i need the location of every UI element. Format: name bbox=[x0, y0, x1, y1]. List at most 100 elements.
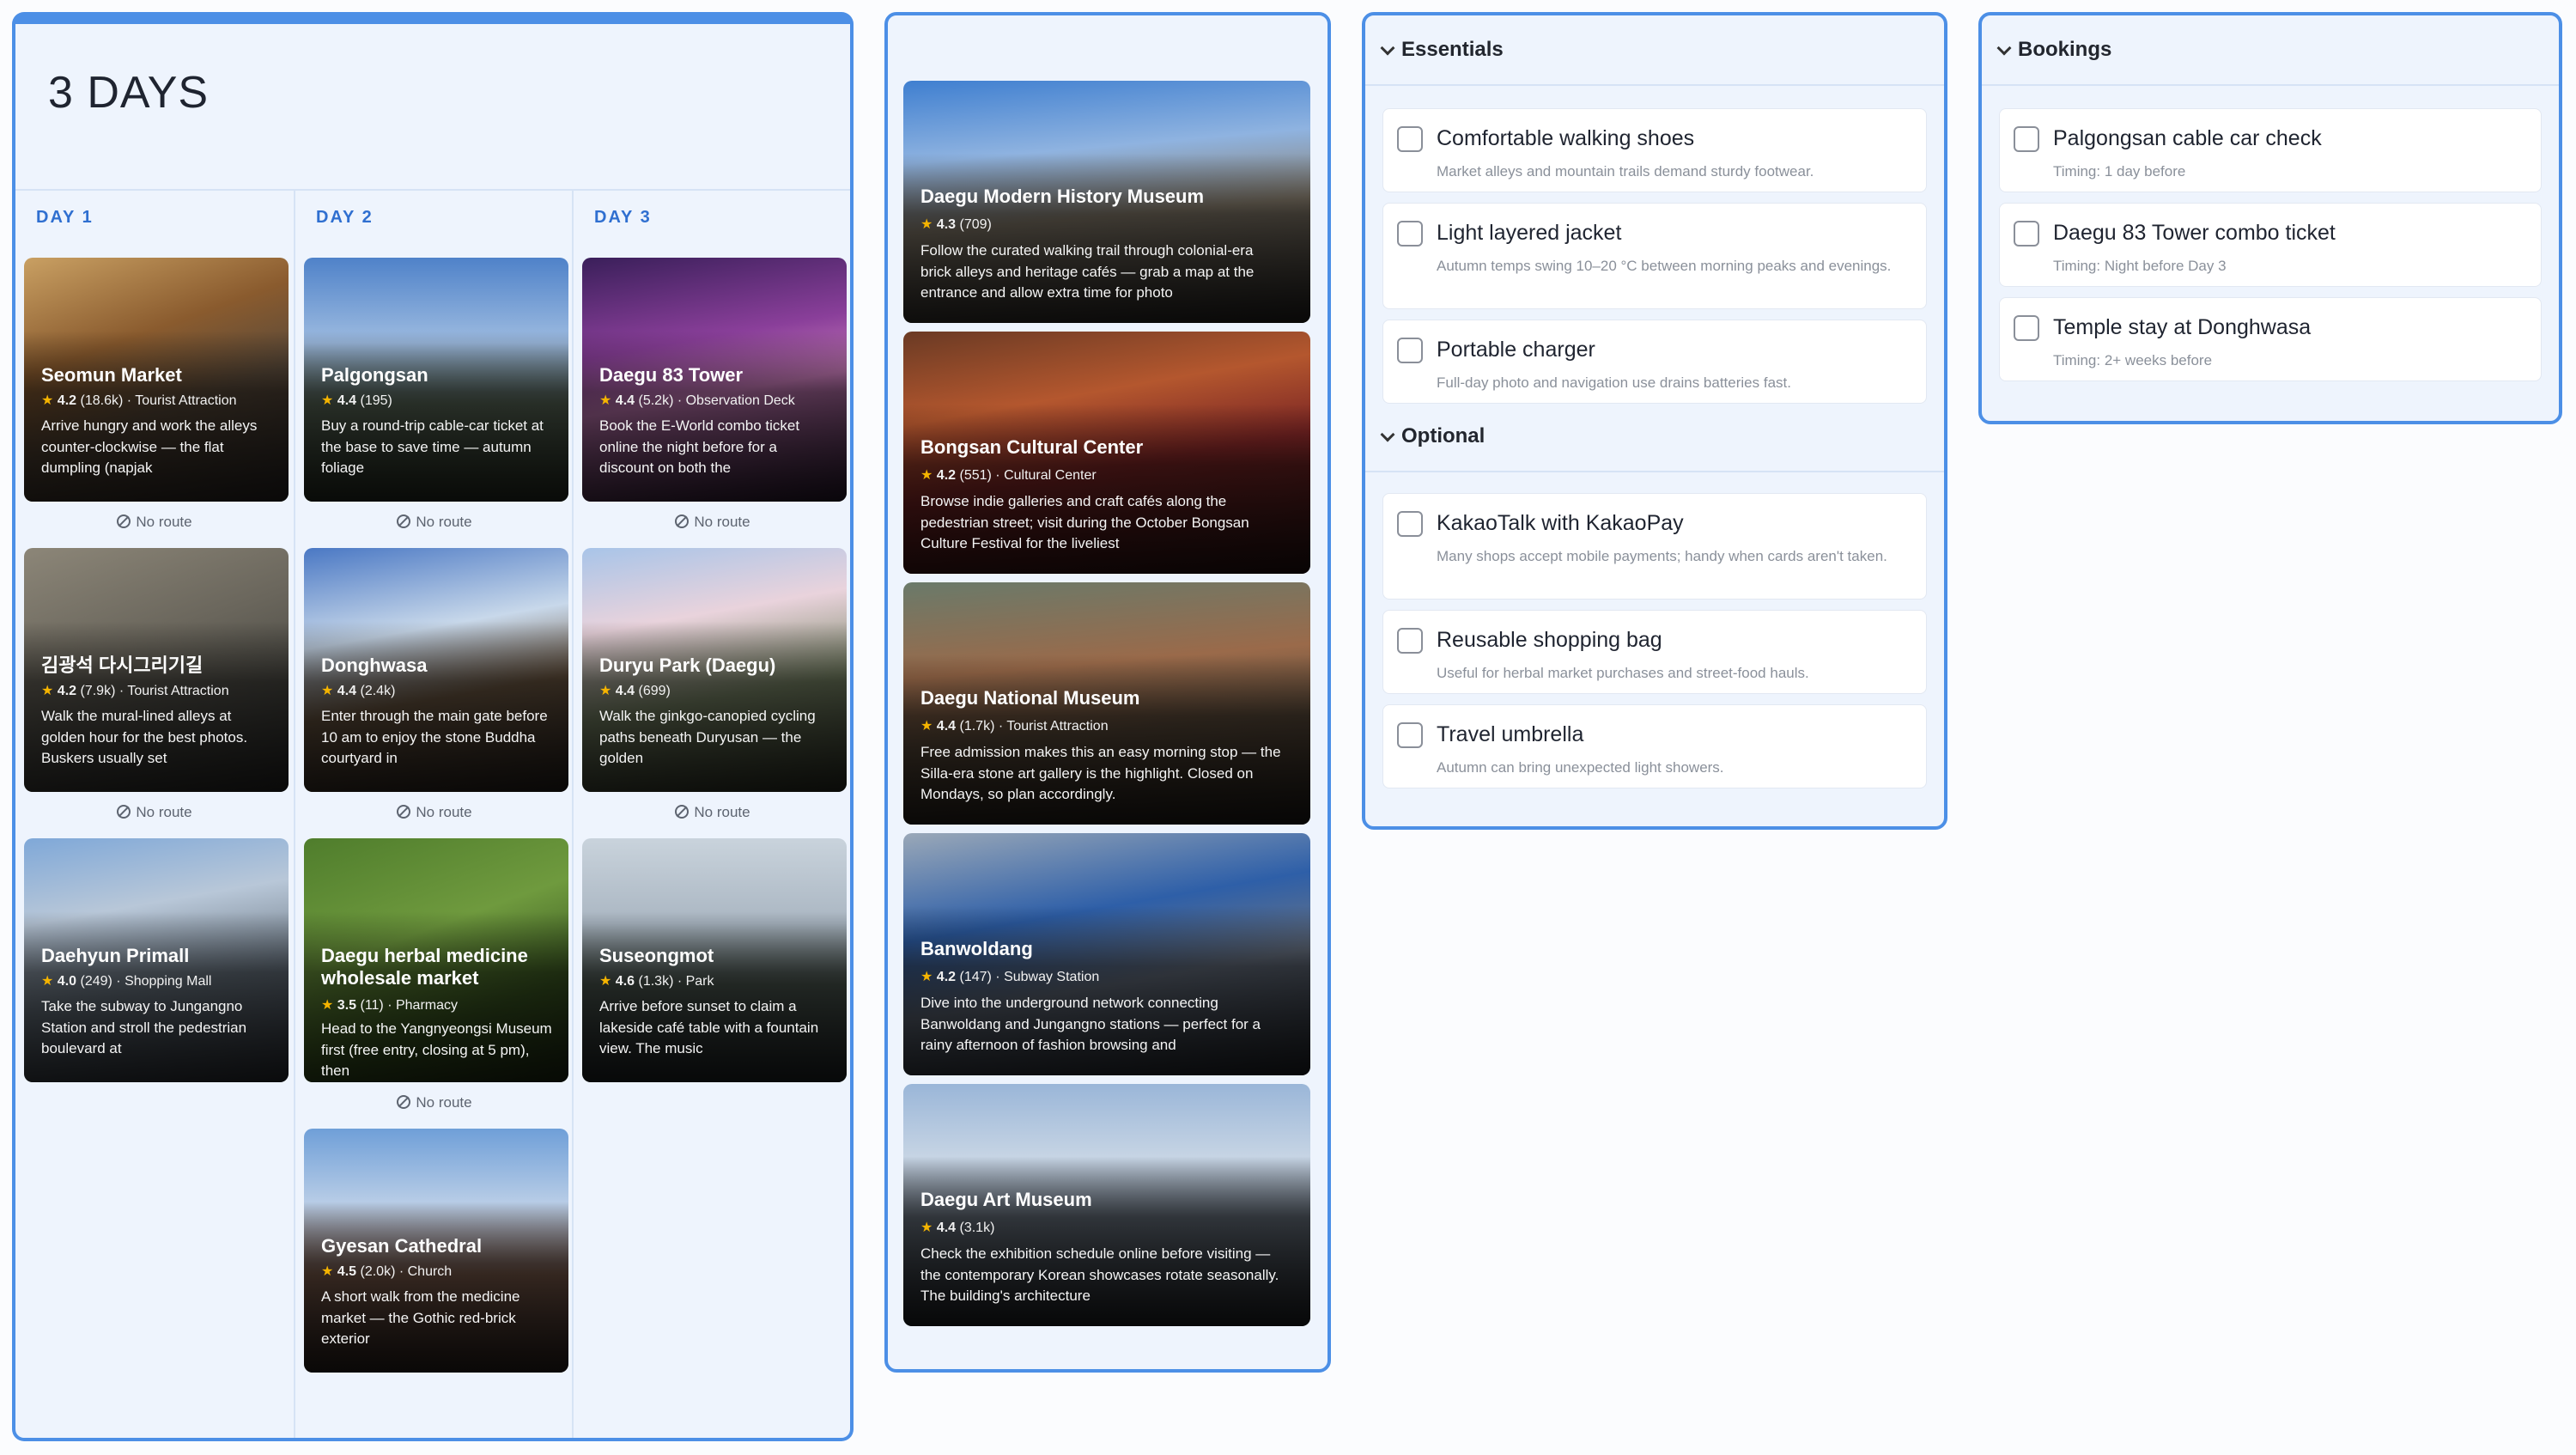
day-column: DAY 1 Seomun Market ★ 4.2 (18.6k) · Touris… bbox=[15, 189, 294, 1438]
place-category: · Park bbox=[673, 974, 714, 989]
day-label[interactable]: DAY 3 bbox=[594, 208, 652, 228]
checklist-item[interactable]: Palgongsan cable car check Timing: 1 day … bbox=[1999, 108, 2542, 192]
checkbox-icon[interactable] bbox=[1397, 338, 1423, 363]
suggestion-card[interactable]: Banwoldang ★ 4.2 (147) · Subway Station Di… bbox=[903, 833, 1310, 1075]
checkbox-icon[interactable] bbox=[2014, 315, 2039, 341]
day-label[interactable]: DAY 1 bbox=[36, 208, 94, 228]
place-category: · Pharmacy bbox=[383, 998, 459, 1013]
place-name: Gyesan Cathedral bbox=[321, 1235, 483, 1257]
place-rating: 4.2 bbox=[57, 684, 77, 698]
place-meta: ★ 4.6 (1.3k) · Park bbox=[599, 972, 840, 989]
place-meta: ★ 3.5 (11) · Pharmacy bbox=[321, 996, 562, 1014]
checkbox-icon[interactable] bbox=[1397, 511, 1423, 537]
chevron-down-icon bbox=[1380, 427, 1395, 442]
checkbox-icon[interactable] bbox=[1397, 126, 1423, 152]
suggestion-card[interactable]: Bongsan Cultural Center ★ 4.2 (551) · Cul… bbox=[903, 332, 1310, 574]
place-name: Daegu Modern History Museum bbox=[920, 186, 1205, 207]
place-description: Take the subway to Jungangno Station and… bbox=[41, 998, 247, 1057]
place-name: Donghwasa bbox=[321, 654, 428, 676]
place-reviews: (1.3k) bbox=[635, 974, 674, 989]
no-route-label: No route bbox=[295, 514, 574, 531]
checklist-item[interactable]: Daegu 83 Tower combo ticket Timing: Night… bbox=[1999, 203, 2542, 287]
no-route-icon bbox=[675, 805, 690, 819]
place-rating: 4.5 bbox=[337, 1264, 357, 1279]
no-route-icon bbox=[117, 805, 131, 819]
checkbox-icon[interactable] bbox=[1397, 628, 1423, 654]
itinerary-title: 3 DAYS bbox=[48, 68, 210, 118]
checklist-item-title: Palgongsan cable car check bbox=[2053, 126, 2322, 150]
no-route-text: No route bbox=[136, 804, 192, 820]
day-label[interactable]: DAY 2 bbox=[316, 208, 374, 228]
place-description: Free admission makes this an easy mornin… bbox=[920, 744, 1281, 803]
place-rating: 4.4 bbox=[615, 393, 635, 408]
star-icon: ★ bbox=[920, 468, 937, 483]
place-description: Dive into the underground network connec… bbox=[920, 995, 1261, 1054]
checklist-item[interactable]: Temple stay at Donghwasa Timing: 2+ weeks… bbox=[1999, 297, 2542, 381]
place-card[interactable]: Suseongmot ★ 4.6 (1.3k) · Park Arrive befo… bbox=[582, 838, 847, 1082]
place-category: · Subway Station bbox=[991, 970, 1100, 984]
place-rating: 4.4 bbox=[337, 684, 357, 698]
no-route-icon bbox=[397, 514, 411, 528]
place-category: · Church bbox=[395, 1264, 453, 1279]
place-rating: 4.2 bbox=[57, 393, 77, 408]
checklist-item-title: Reusable shopping bag bbox=[1437, 628, 1662, 652]
place-name: Daegu herbal medicine wholesale market bbox=[321, 945, 528, 989]
place-description: Head to the Yangnyeongsi Museum first (f… bbox=[321, 1020, 552, 1080]
checklist-item-title: Travel umbrella bbox=[1437, 722, 1584, 746]
place-card[interactable]: Daegu 83 Tower ★ 4.4 (5.2k) · Observation… bbox=[582, 258, 847, 502]
place-meta: ★ 4.2 (7.9k) · Tourist Attraction bbox=[41, 682, 282, 699]
checklist-item-title: Comfortable walking shoes bbox=[1437, 126, 1695, 150]
place-rating: 3.5 bbox=[337, 998, 357, 1013]
place-description: Walk the mural-lined alleys at golden ho… bbox=[41, 708, 248, 767]
section-header[interactable]: Essentials bbox=[1365, 15, 1944, 86]
place-card[interactable]: Seomun Market ★ 4.2 (18.6k) · Tourist Att… bbox=[24, 258, 289, 502]
no-route-label: No route bbox=[295, 1094, 574, 1111]
section-header[interactable]: Bookings bbox=[1982, 15, 2559, 86]
place-card[interactable]: Daegu herbal medicine wholesale market ★ … bbox=[304, 838, 568, 1082]
place-rating: 4.2 bbox=[936, 468, 957, 483]
place-description: Walk the ginkgo-canopied cycling paths b… bbox=[599, 708, 816, 767]
no-route-text: No route bbox=[416, 804, 472, 820]
checklist-item[interactable]: Travel umbrella Autumn can bring unexpect… bbox=[1382, 704, 1927, 788]
place-card[interactable]: Palgongsan ★ 4.4 (195) Buy a round-trip ca… bbox=[304, 258, 568, 502]
place-category: · Tourist Attraction bbox=[123, 393, 237, 408]
checkbox-icon[interactable] bbox=[1397, 722, 1423, 748]
place-card[interactable]: Daehyun Primall ★ 4.0 (249) · Shopping Ma… bbox=[24, 838, 289, 1082]
checklist-item[interactable]: Light layered jacket Autumn temps swing 1… bbox=[1382, 203, 1927, 309]
no-route-icon bbox=[397, 805, 411, 819]
place-card[interactable]: Donghwasa ★ 4.4 (2.4k) Enter through the m… bbox=[304, 548, 568, 792]
checkbox-icon[interactable] bbox=[2014, 126, 2039, 152]
section-title: Bookings bbox=[2018, 38, 2112, 61]
suggestion-card[interactable]: Daegu National Museum ★ 4.4 (1.7k) · Tour… bbox=[903, 582, 1310, 825]
place-card[interactable]: Gyesan Cathedral ★ 4.5 (2.0k) · Church A s… bbox=[304, 1129, 568, 1373]
place-description: Check the exhibition schedule online bef… bbox=[920, 1245, 1279, 1305]
checklist-item[interactable]: Portable charger Full-day photo and navig… bbox=[1382, 320, 1927, 404]
place-rating: 4.2 bbox=[936, 970, 957, 984]
place-category: · Shopping Mall bbox=[112, 974, 212, 989]
bookings-panel: Bookings Palgongsan cable car check Timing… bbox=[1978, 12, 2562, 424]
suggestions-panel: Daegu Modern History Museum ★ 4.3 (709) Fo… bbox=[884, 12, 1331, 1373]
place-meta: ★ 4.4 (3.1k) bbox=[920, 1219, 994, 1236]
suggestion-card[interactable]: Daegu Art Museum ★ 4.4 (3.1k) Check the ex… bbox=[903, 1084, 1310, 1326]
place-reviews: (699) bbox=[635, 684, 671, 698]
place-card[interactable]: Duryu Park (Daegu) ★ 4.4 (699) Walk the gi… bbox=[582, 548, 847, 792]
place-meta: ★ 4.2 (18.6k) · Tourist Attraction bbox=[41, 392, 282, 409]
checkbox-icon[interactable] bbox=[1397, 221, 1423, 247]
no-route-label: No route bbox=[15, 804, 294, 821]
place-card[interactable]: 김광석 다시그리기길 ★ 4.2 (7.9k) · Tourist Attract… bbox=[24, 548, 289, 792]
checkbox-icon[interactable] bbox=[2014, 221, 2039, 247]
no-route-text: No route bbox=[694, 514, 750, 530]
checklist-item[interactable]: Comfortable walking shoes Market alleys a… bbox=[1382, 108, 1927, 192]
section-header[interactable]: Optional bbox=[1365, 402, 1944, 472]
place-name: Daegu 83 Tower bbox=[599, 364, 744, 386]
place-rating: 4.4 bbox=[936, 1221, 957, 1235]
place-meta: ★ 4.4 (699) bbox=[599, 682, 840, 699]
star-icon: ★ bbox=[920, 719, 937, 734]
checklist-item[interactable]: KakaoTalk with KakaoPay Many shops accept… bbox=[1382, 493, 1927, 600]
checklist-item[interactable]: Reusable shopping bag Useful for herbal m… bbox=[1382, 610, 1927, 694]
place-name: Banwoldang bbox=[920, 938, 1033, 959]
place-reviews: (3.1k) bbox=[956, 1221, 995, 1235]
suggestion-card[interactable]: Daegu Modern History Museum ★ 4.3 (709) Fo… bbox=[903, 81, 1310, 323]
star-icon: ★ bbox=[920, 1221, 937, 1235]
place-meta: ★ 4.2 (551) · Cultural Center bbox=[920, 466, 1097, 484]
